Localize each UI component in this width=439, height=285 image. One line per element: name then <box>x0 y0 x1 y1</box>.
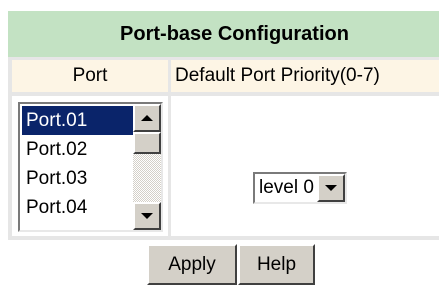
scroll-down-button[interactable] <box>133 202 161 230</box>
chevron-down-icon <box>325 185 337 191</box>
priority-select[interactable]: level 0 <box>253 172 347 204</box>
arrow-down-icon <box>141 213 153 219</box>
page-title: Port-base Configuration <box>120 22 349 45</box>
list-item[interactable]: Port.04 <box>22 193 133 222</box>
arrow-up-icon <box>141 115 153 121</box>
list-item[interactable]: Port.03 <box>22 164 133 193</box>
list-item[interactable]: Port.02 <box>22 135 133 164</box>
title-bar: Port-base Configuration <box>8 11 439 57</box>
column-header-port: Port <box>12 60 168 92</box>
port-listbox[interactable]: Port.01 Port.02 Port.03 Port.04 <box>18 102 163 232</box>
apply-button[interactable]: Apply <box>147 244 237 285</box>
scroll-up-button[interactable] <box>133 104 161 132</box>
priority-select-value: level 0 <box>259 177 314 198</box>
priority-cell <box>171 96 439 236</box>
priority-dropdown-button[interactable] <box>317 174 345 202</box>
scroll-thumb[interactable] <box>133 132 161 154</box>
vertical-scrollbar[interactable] <box>133 104 161 230</box>
list-item[interactable]: Port.01 <box>22 106 133 135</box>
column-header-priority: Default Port Priority(0-7) <box>171 60 439 92</box>
help-button[interactable]: Help <box>238 244 315 285</box>
port-list: Port.01 Port.02 Port.03 Port.04 <box>22 106 133 222</box>
